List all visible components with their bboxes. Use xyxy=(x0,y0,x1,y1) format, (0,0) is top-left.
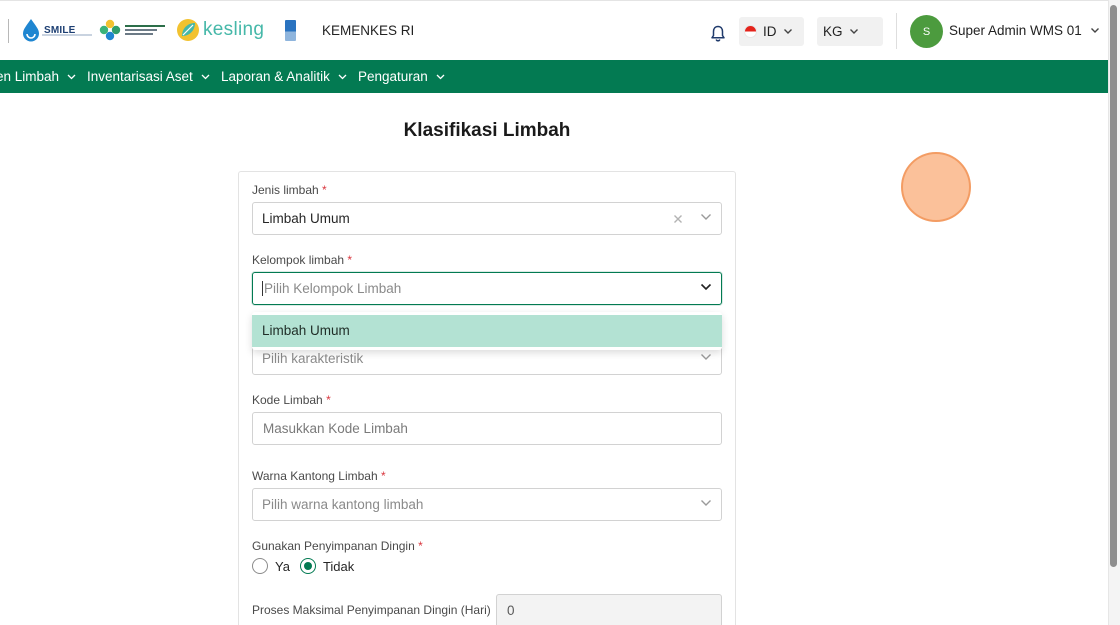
penyimpanan-dingin-label: Gunakan Penyimpanan Dingin * xyxy=(252,539,423,553)
smile-logo[interactable]: SMILE xyxy=(21,18,92,42)
nav-item-pengaturan[interactable]: Pengaturan xyxy=(358,69,445,84)
kesling-logo-text: kesling xyxy=(203,19,265,40)
kelompok-limbah-label: Kelompok limbah * xyxy=(252,253,353,267)
penyimpanan-dingin-radio-group: Ya Tidak xyxy=(252,558,364,574)
kesling-leaf-icon xyxy=(177,19,199,41)
nav-item-label: Laporan & Analitik xyxy=(221,69,330,84)
kelompok-limbah-dropdown: Limbah Umum xyxy=(252,312,722,350)
radio-tidak[interactable] xyxy=(299,558,316,574)
nav-item-label: Inventarisasi Aset xyxy=(87,69,193,84)
proses-maksimal-input[interactable]: 0 xyxy=(496,594,722,625)
page-title: Klasifikasi Limbah xyxy=(403,120,571,141)
nav-item-inventarisasi-aset[interactable]: Inventarisasi Aset xyxy=(87,69,210,84)
user-menu[interactable]: Super Admin WMS 01 xyxy=(949,23,1100,38)
institution-emblem xyxy=(285,20,296,41)
kode-limbah-input[interactable] xyxy=(252,412,722,445)
app-name: KEMENKES RI xyxy=(322,23,415,38)
nav-item-label: en Limbah xyxy=(0,69,60,84)
chevron-down-icon xyxy=(436,74,445,79)
kemenkes-logo[interactable] xyxy=(99,19,165,41)
language-value: ID xyxy=(763,24,777,39)
proses-maksimal-label: Proses Maksimal Penyimpanan Dingin (Hari… xyxy=(252,603,491,617)
karakteristik-placeholder: Pilih karakteristik xyxy=(262,351,364,366)
unit-selector[interactable]: KG xyxy=(817,17,883,46)
chevron-down-icon xyxy=(338,74,347,79)
water-drop-icon xyxy=(23,19,39,42)
chevron-down-icon xyxy=(783,29,792,34)
warna-kantong-label: Warna Kantong Limbah * xyxy=(252,469,386,483)
chevron-down-icon xyxy=(1090,28,1099,33)
smile-tagline-mark xyxy=(42,34,92,36)
warna-kantong-select[interactable]: Pilih warna kantong limbah xyxy=(252,488,722,521)
unit-value: KG xyxy=(823,24,843,39)
radio-tidak-label[interactable]: Tidak xyxy=(323,559,354,574)
avatar[interactable]: S xyxy=(910,15,943,48)
chevron-down-icon xyxy=(701,354,711,360)
chevron-down-icon xyxy=(849,29,858,34)
chevron-down-icon xyxy=(67,74,76,79)
top-header: SMILE kesling KEMENKES RI ID KG S Super … xyxy=(0,0,1108,60)
text-caret xyxy=(262,281,263,296)
notification-button[interactable] xyxy=(710,25,726,47)
kode-limbah-label: Kode Limbah * xyxy=(252,393,331,407)
radio-ya-label[interactable]: Ya xyxy=(275,559,290,574)
bell-icon xyxy=(711,25,725,42)
main-navigation: en Limbah Inventarisasi Aset Laporan & A… xyxy=(0,60,1108,93)
cursor-highlight xyxy=(901,152,971,222)
kelompok-limbah-select[interactable]: Pilih Kelompok Limbah xyxy=(252,272,722,305)
chevron-down-icon xyxy=(201,74,210,79)
logo-divider xyxy=(8,19,9,43)
kelompok-limbah-placeholder: Pilih Kelompok Limbah xyxy=(264,281,402,296)
language-selector[interactable]: ID xyxy=(739,17,804,46)
chevron-down-icon xyxy=(700,283,712,291)
chevron-down-icon xyxy=(701,214,711,220)
nav-item-laporan-analitik[interactable]: Laporan & Analitik xyxy=(221,69,347,84)
user-name: Super Admin WMS 01 xyxy=(949,23,1082,38)
kesling-logo[interactable]: kesling xyxy=(176,18,264,42)
jenis-limbah-select[interactable]: Limbah Umum xyxy=(252,202,722,235)
dropdown-option-limbah-umum[interactable]: Limbah Umum xyxy=(252,315,722,347)
radio-ya[interactable] xyxy=(252,558,268,574)
kemenkes-logo-text xyxy=(125,23,165,37)
jenis-limbah-value: Limbah Umum xyxy=(262,211,350,226)
scrollbar-thumb[interactable] xyxy=(1110,5,1117,567)
indonesia-flag-icon xyxy=(744,25,757,38)
chevron-down-icon xyxy=(701,500,711,506)
warna-kantong-placeholder: Pilih warna kantong limbah xyxy=(262,497,424,512)
kemenkes-emblem-icon xyxy=(99,19,121,41)
header-divider xyxy=(896,13,897,49)
jenis-limbah-label: Jenis limbah * xyxy=(252,183,327,197)
nav-item-manajemen-limbah[interactable]: en Limbah xyxy=(0,69,76,84)
nav-item-label: Pengaturan xyxy=(358,69,428,84)
clear-icon[interactable] xyxy=(671,212,685,226)
